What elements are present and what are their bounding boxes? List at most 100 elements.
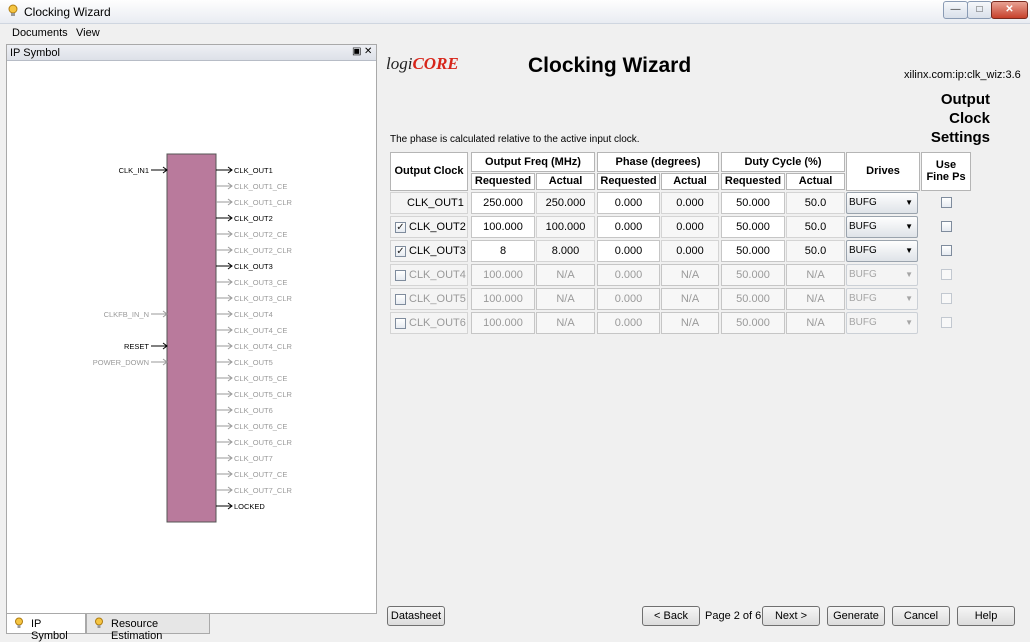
- tab-label: Resource Estimation: [111, 618, 163, 642]
- output-pin-arrow: [216, 406, 233, 414]
- chevron-down-icon: ▼: [905, 246, 913, 255]
- phase-req-cell[interactable]: 0.000: [597, 240, 660, 262]
- freq-req-cell[interactable]: 8: [471, 240, 535, 262]
- input-pin-arrow: [151, 310, 168, 318]
- back-button[interactable]: < Back: [642, 606, 700, 626]
- drives-select[interactable]: BUFG ▼: [846, 312, 918, 334]
- output-clock-name: ✓ CLK_OUT3: [390, 240, 468, 262]
- duty-req-cell[interactable]: 50.000: [721, 240, 785, 262]
- output-clock-label: CLK_OUT4: [409, 269, 466, 281]
- minimize-button[interactable]: —: [943, 1, 968, 19]
- header-output-clock: Output Clock: [390, 152, 468, 191]
- output-clock-label: CLK_OUT6: [409, 317, 466, 329]
- title-bar: Clocking Wizard — □ ✕: [0, 0, 1030, 24]
- duty-req-cell[interactable]: 50.000: [721, 216, 785, 238]
- output-pin-label: CLK_OUT2: [234, 214, 273, 223]
- header-line: Use: [935, 159, 957, 171]
- fine-ps-checkbox[interactable]: [941, 317, 952, 328]
- generate-button[interactable]: Generate: [827, 606, 885, 626]
- drives-value: BUFG: [849, 317, 877, 328]
- output-pin-arrow: [216, 486, 233, 494]
- freq-act-cell: 250.000: [536, 192, 595, 214]
- float-panel-icon[interactable]: ▣: [352, 46, 361, 57]
- freq-req-cell: 100.000: [471, 264, 535, 286]
- chevron-down-icon: ▼: [905, 270, 913, 279]
- enable-output-checkbox[interactable]: ✓: [395, 222, 406, 233]
- next-button[interactable]: Next >: [762, 606, 820, 626]
- phase-req-cell: 0.000: [597, 288, 660, 310]
- ip-block: [166, 153, 217, 523]
- drives-select[interactable]: BUFG ▼: [846, 192, 918, 214]
- cancel-button[interactable]: Cancel: [892, 606, 950, 626]
- drives-select[interactable]: BUFG ▼: [846, 240, 918, 262]
- drives-select[interactable]: BUFG ▼: [846, 264, 918, 286]
- phase-req-cell[interactable]: 0.000: [597, 216, 660, 238]
- freq-act-cell: N/A: [536, 312, 595, 334]
- output-pin-label: CLK_OUT3_CLR: [234, 294, 293, 303]
- phase-req-cell: 0.000: [597, 264, 660, 286]
- enable-output-checkbox[interactable]: [395, 270, 406, 281]
- freq-req-cell[interactable]: 100.000: [471, 216, 535, 238]
- close-panel-icon[interactable]: ✕: [364, 46, 372, 57]
- output-pin-label: CLK_OUT6: [234, 406, 273, 415]
- header-duty-cycle: Duty Cycle (%): [721, 152, 845, 172]
- output-pin-arrow: [216, 438, 233, 446]
- tab-ip-symbol[interactable]: IP Symbol: [6, 614, 86, 642]
- enable-output-checkbox[interactable]: ✓: [395, 246, 406, 257]
- close-button[interactable]: ✕: [991, 1, 1028, 19]
- page-heading-line: Settings: [930, 129, 990, 146]
- output-pin-arrow: [216, 166, 233, 174]
- fine-ps-checkbox[interactable]: [941, 197, 952, 208]
- fine-ps-checkbox[interactable]: [941, 245, 952, 256]
- menu-documents[interactable]: Documents: [12, 27, 68, 39]
- header-duty-actual: Actual: [786, 173, 845, 190]
- header-phase-actual: Actual: [661, 173, 719, 190]
- drives-select[interactable]: BUFG ▼: [846, 216, 918, 238]
- output-pin-label: CLK_OUT6_CE: [234, 422, 287, 431]
- datasheet-button[interactable]: Datasheet: [387, 606, 445, 626]
- output-clock-label: CLK_OUT1: [407, 197, 464, 209]
- drives-value: BUFG: [849, 293, 877, 304]
- tab-resource-estimation[interactable]: Resource Estimation: [86, 614, 210, 642]
- freq-req-cell: 100.000: [471, 312, 535, 334]
- freq-act-cell: 8.000: [536, 240, 595, 262]
- enable-output-checkbox[interactable]: [395, 294, 406, 305]
- ip-symbol-diagram: CLK_OUT1 CLK_OUT1_CE CLK_OUT1_CLR CLK_OUT2 C…: [93, 153, 293, 523]
- output-clock-table: Output Clock Output Freq (MHz) Phase (de…: [390, 152, 975, 334]
- lightbulb-icon: [15, 617, 23, 628]
- input-pin-arrow: [151, 166, 168, 174]
- fine-ps-checkbox[interactable]: [941, 269, 952, 280]
- ip-vlnv: xilinx.com:ip:clk_wiz:3.6: [904, 69, 1021, 81]
- output-pin-arrow: [216, 230, 233, 238]
- ip-symbol-panel: IP Symbol ▣ ✕ CLK_OUT1 CLK_OUT1_CE CLK_OUT…: [6, 44, 377, 614]
- output-clock-label: CLK_OUT2: [409, 221, 466, 233]
- menu-bar: Documents View: [0, 25, 1030, 43]
- drives-value: BUFG: [849, 269, 877, 280]
- header-phase: Phase (degrees): [597, 152, 719, 172]
- duty-req-cell[interactable]: 50.000: [721, 192, 785, 214]
- freq-req-cell[interactable]: 250.000: [471, 192, 535, 214]
- output-pin-arrow: [216, 326, 233, 334]
- phase-req-cell[interactable]: 0.000: [597, 192, 660, 214]
- output-pin-label: CLK_OUT1_CE: [234, 182, 287, 191]
- menu-view[interactable]: View: [76, 27, 100, 39]
- enable-output-checkbox[interactable]: [395, 318, 406, 329]
- output-pin-arrow: [216, 198, 233, 206]
- fine-ps-checkbox[interactable]: [941, 293, 952, 304]
- output-pin-label: CLK_OUT5_CE: [234, 374, 287, 383]
- fine-ps-checkbox[interactable]: [941, 221, 952, 232]
- drives-value: BUFG: [849, 245, 877, 256]
- output-clock-label: CLK_OUT3: [409, 245, 466, 257]
- phase-note: The phase is calculated relative to the …: [390, 134, 640, 145]
- drives-select[interactable]: BUFG ▼: [846, 288, 918, 310]
- help-button[interactable]: Help: [957, 606, 1015, 626]
- duty-req-cell: 50.000: [721, 264, 785, 286]
- maximize-button[interactable]: □: [967, 1, 992, 19]
- output-pin-label: CLK_OUT2_CE: [234, 230, 287, 239]
- output-pin-arrow: [216, 422, 233, 430]
- logo-core-text: CORE: [412, 54, 459, 73]
- output-pin-label: LOCKED: [234, 502, 265, 511]
- chevron-down-icon: ▼: [905, 222, 913, 231]
- output-pin-arrow: [216, 390, 233, 398]
- phase-req-cell: 0.000: [597, 312, 660, 334]
